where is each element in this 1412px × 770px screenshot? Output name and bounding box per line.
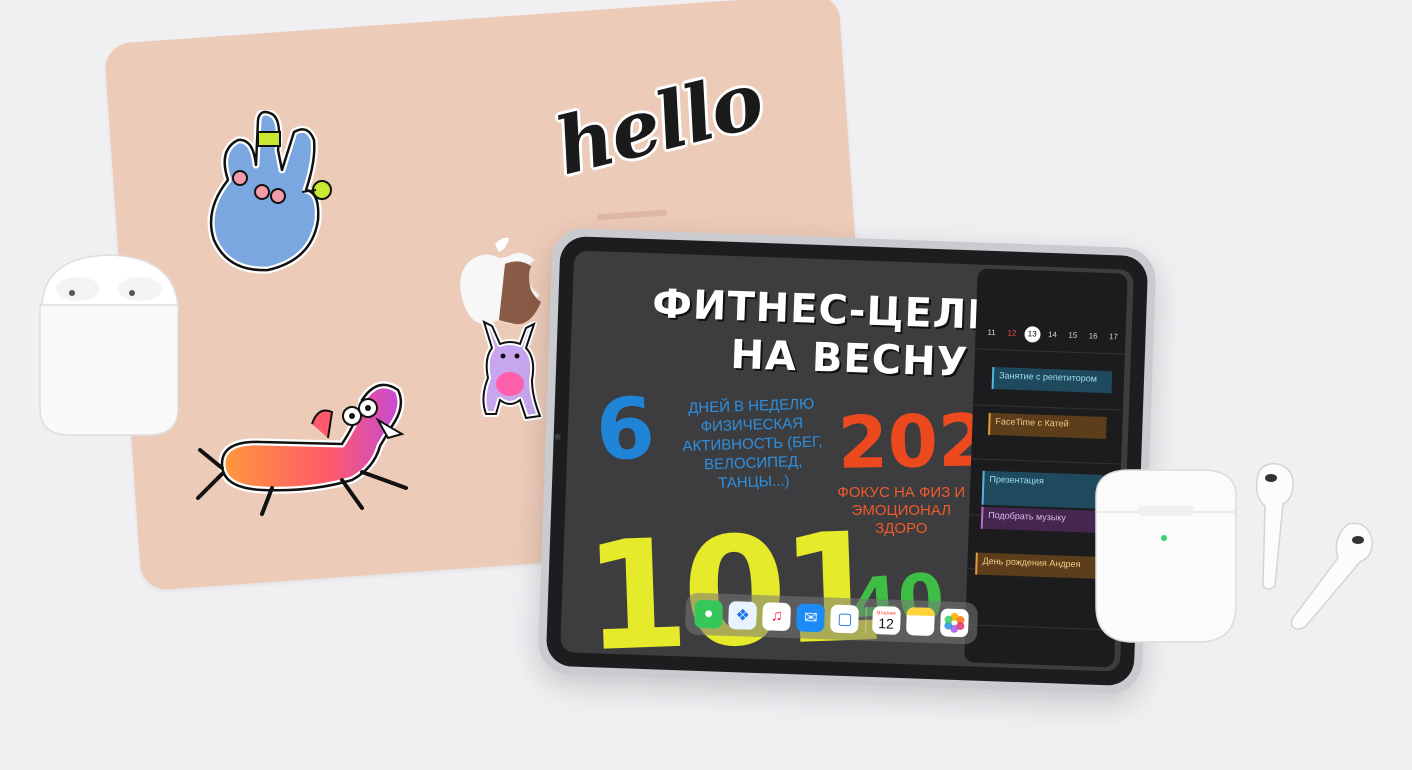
calendar-event[interactable]: Презентация [981,470,1103,509]
calendar-event[interactable]: День рождения Андрея [975,552,1104,580]
messages-icon[interactable]: ● [694,599,724,629]
photos-icon[interactable] [939,608,969,638]
ipad-screen: ФИТНЕС-ЦЕЛИ НА ВЕСНУ 6 ДНЕЙ В НЕДЕЛЮ ФИЗ… [560,250,1134,672]
ipad-device: ФИТНЕС-ЦЕЛИ НА ВЕСНУ 6 ДНЕЙ В НЕДЕЛЮ ФИЗ… [537,227,1157,695]
dog-sticker [192,376,424,518]
calendar-icon[interactable]: Вторник 12 [871,605,901,635]
calendar-divider [973,404,1123,411]
calendar-divider [971,458,1122,465]
calendar-date[interactable]: 17 [1105,329,1122,346]
calendar-event[interactable]: Занятие с репетитором [991,367,1113,394]
calendar-date[interactable]: 11 [983,325,1000,342]
calendar-date-selected[interactable]: 13 [1023,326,1041,343]
airpods-case-open [34,249,184,437]
calendar-event[interactable]: FaceTime с Катей [987,412,1107,440]
music-icon[interactable]: ♫ [762,602,792,632]
calendar-date[interactable]: 14 [1044,327,1061,344]
calendar-divider [974,348,1125,355]
calendar-icon-day: 12 [878,614,895,632]
note-title-line2: НА ВЕСНУ [729,331,970,387]
calendar-week-strip: 11 12 13 14 15 16 17 [983,325,1121,346]
cat-sticker [470,318,550,426]
calendar-date-today[interactable]: 12 [1004,325,1021,342]
note-number-hundred: 101 [581,500,883,672]
files-icon[interactable]: ▢ [830,604,860,634]
note-number-six: 6 [592,378,658,481]
safari-icon[interactable]: ❖ [728,600,758,630]
notes-icon[interactable] [905,607,935,637]
calendar-date[interactable]: 15 [1065,328,1082,345]
calendar-date[interactable]: 16 [1085,328,1102,345]
mail-icon[interactable]: ✉ [796,603,826,633]
note-title-line1: ФИТНЕС-ЦЕЛИ [651,281,1003,340]
calendar-event[interactable]: Подобрать музыку [980,506,1102,533]
rock-hand-sticker [198,108,340,280]
note-days-text: ДНЕЙ В НЕДЕЛЮ ФИЗИЧЕСКАЯ АКТИВНОСТЬ (БЕГ… [682,395,823,492]
airpod-bud [1276,514,1378,632]
airpods-case-closed [1090,466,1242,644]
dock-separator [864,605,867,634]
